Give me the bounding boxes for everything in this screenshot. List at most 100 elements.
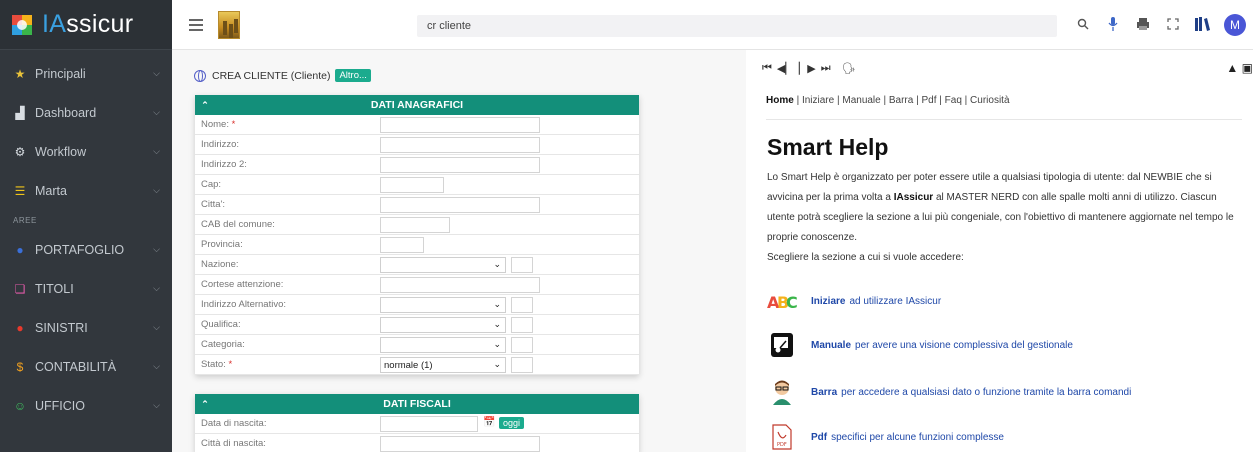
help-section-link[interactable]: Barra [811, 387, 837, 398]
font-increase-icon[interactable]: ▲ [1226, 61, 1238, 75]
form-row: Indirizzo 2: [195, 155, 639, 175]
sidebar-item-label: Marta [35, 183, 67, 198]
sidebar-section-label: AREE [13, 215, 37, 225]
panel-header: ⌃ DATI FISCALI [195, 394, 639, 414]
pdf-icon: PDF [767, 422, 797, 452]
help-section-manuale[interactable]: Manuale per avere una visione complessiva… [767, 330, 1073, 360]
user-avatar[interactable]: M [1224, 14, 1246, 36]
help-section-desc: per accedere a qualsiasi dato o funzione… [841, 386, 1132, 398]
help-section-link[interactable]: Pdf [811, 432, 827, 443]
field-label: Città di nascita: [201, 438, 266, 449]
help-nav-faq[interactable]: Faq [945, 95, 962, 106]
sidebar-item-portafoglio[interactable]: ● PORTAFOGLIO ⌵ [0, 230, 172, 269]
chevron-down-icon: ⌵ [153, 146, 160, 156]
field-label: Categoria: [201, 339, 245, 350]
skip-back-icon[interactable]: ⏮ [762, 62, 772, 75]
microphone-icon[interactable] [1098, 16, 1128, 35]
field-label: Stato: * [201, 359, 233, 370]
sidebar-item-workflow[interactable]: ⚙ Workflow ⌵ [0, 132, 172, 171]
text-field[interactable] [380, 197, 540, 213]
sidebar-item-ufficio[interactable]: ☺ UFFICIO ⌵ [0, 386, 172, 425]
field-label: Indirizzo: [201, 139, 240, 150]
help-nav-curiosit[interactable]: Curiosità [970, 95, 1009, 106]
date-field[interactable] [380, 416, 478, 432]
text-field[interactable] [380, 436, 540, 452]
sidebar-item-titoli[interactable]: ❏ TITOLI ⌵ [0, 269, 172, 308]
text-field[interactable] [380, 117, 540, 133]
oggi-button[interactable]: oggi [499, 417, 525, 429]
command-search-input[interactable] [427, 20, 1057, 32]
sidebar-item-dashboard[interactable]: ▟ Dashboard ⌵ [0, 93, 172, 132]
help-nav-barra[interactable]: Barra [889, 95, 913, 106]
text-field[interactable] [380, 237, 424, 253]
help-font-controls: ▲ ▣ [1226, 61, 1253, 75]
hamburger-menu-icon[interactable] [189, 18, 203, 31]
skip-forward-icon[interactable]: ⏭ [821, 62, 831, 75]
code-field[interactable] [511, 297, 533, 313]
sidebar-item-label: CONTABILITÀ [35, 359, 117, 374]
help-section-barra[interactable]: Barra per accedere a qualsiasi dato o fun… [767, 377, 1131, 407]
chevron-down-icon: ⌵ [153, 283, 160, 293]
help-section-pdf[interactable]: PDF Pdf specifici per alcune funzioni comp… [767, 422, 1004, 452]
help-section-iniziare[interactable]: A B C Iniziare ad utilizzare IAssicur [767, 286, 941, 316]
gear-icon: ⚙ [14, 144, 26, 159]
select-field[interactable]: ⌄ [380, 257, 506, 273]
main-content: CREA CLIENTE (Cliente) Altro... ⌃ DATI A… [172, 50, 746, 452]
book-icon[interactable] [1188, 16, 1218, 35]
sidebar-item-contabilit[interactable]: $ CONTABILITÀ ⌵ [0, 347, 172, 386]
select-field[interactable]: ⌄ [380, 317, 506, 333]
divider [766, 119, 1242, 120]
brand-name-prefix: IA [42, 10, 67, 38]
field-label: Citta': [201, 199, 225, 210]
teacher-board-icon [767, 330, 797, 360]
code-field[interactable] [511, 357, 533, 373]
form-row: Indirizzo: [195, 135, 639, 155]
sidebar-item-label: Principali [35, 66, 86, 81]
code-field[interactable] [511, 257, 533, 273]
sidebar-item-marta[interactable]: ☰ Marta ⌵ [0, 171, 172, 210]
select-field[interactable]: ⌄ [380, 297, 506, 313]
help-nav-home[interactable]: Home [766, 95, 794, 106]
altro-button[interactable]: Altro... [335, 69, 371, 82]
close-help-icon[interactable]: ▣ [1242, 61, 1253, 75]
chevron-down-icon: ⌵ [153, 185, 160, 195]
speaker-icon[interactable]: 🗣 [842, 62, 856, 75]
help-section-link[interactable]: Manuale [811, 340, 851, 351]
text-field[interactable] [380, 277, 540, 293]
step-back-icon[interactable]: ◀▏ [777, 62, 794, 75]
help-section-link[interactable]: Iniziare [811, 296, 845, 307]
text-field[interactable] [380, 157, 540, 173]
smile-icon: ☺ [13, 398, 27, 413]
help-nav-iniziare[interactable]: Iniziare [802, 95, 834, 106]
search-icon[interactable] [1068, 17, 1098, 33]
help-nav-pdf[interactable]: Pdf [921, 95, 936, 106]
brand[interactable]: IAssicur [0, 0, 172, 50]
form-row: Nazione: ⌄ [195, 255, 639, 275]
print-icon[interactable] [1128, 17, 1158, 34]
select-field[interactable]: ⌄ [380, 337, 506, 353]
help-section-desc: specifici per alcune funzioni complesse [831, 431, 1004, 443]
fullscreen-icon[interactable] [1158, 17, 1188, 33]
brand-logo-icon [10, 13, 34, 37]
sidebar-item-label: Dashboard [35, 105, 97, 120]
text-field[interactable] [380, 137, 540, 153]
help-nav-manuale[interactable]: Manuale [842, 95, 880, 106]
form-row: Citta': [195, 195, 639, 215]
field-label: Data di nascita: [201, 418, 267, 429]
select-field[interactable]: normale (1) ⌄ [380, 357, 506, 373]
sidebar-item-principali[interactable]: ★ Principali ⌵ [0, 54, 172, 93]
chevron-down-icon: ⌵ [153, 107, 160, 117]
calendar-icon[interactable]: 📅 [483, 417, 495, 428]
text-field[interactable] [380, 217, 450, 233]
code-field[interactable] [511, 317, 533, 333]
form-row: Data di nascita: 📅 oggi [195, 414, 639, 434]
sidebar-item-sinistri[interactable]: ● SINISTRI ⌵ [0, 308, 172, 347]
step-forward-icon[interactable]: ▏▶ [799, 62, 816, 75]
form-row: Cap: [195, 175, 639, 195]
company-thumbnail[interactable] [218, 10, 240, 39]
text-field[interactable] [380, 177, 444, 193]
field-label: Indirizzo 2: [201, 159, 247, 170]
code-field[interactable] [511, 337, 533, 353]
field-label: Provincia: [201, 239, 243, 250]
sidebar-item-label: UFFICIO [35, 398, 85, 413]
